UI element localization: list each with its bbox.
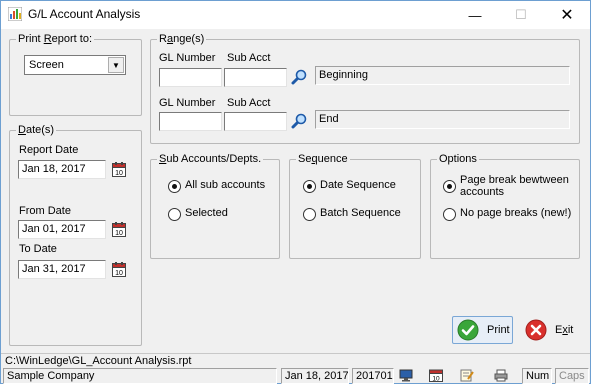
batch-sequence-radio[interactable] — [303, 208, 316, 221]
checkmark-icon — [457, 319, 479, 341]
exit-button[interactable]: Exit — [521, 316, 585, 344]
exit-button-label: Exit — [555, 324, 574, 336]
printer-icon[interactable] — [494, 369, 508, 382]
page-break-label[interactable]: Page break bewtween accounts — [460, 174, 569, 198]
svg-text:10: 10 — [432, 376, 440, 383]
print-report-title: Print Report to: — [16, 33, 94, 45]
notes-icon[interactable] — [460, 369, 474, 382]
sub-accounts-title: Sub Accounts/Depts. — [157, 153, 264, 165]
selected-sub-accounts-label[interactable]: Selected — [185, 207, 228, 219]
status-date: Jan 18, 2017 — [281, 368, 349, 384]
svg-text:10: 10 — [115, 230, 123, 237]
all-sub-accounts-radio[interactable] — [168, 180, 181, 193]
options-title: Options — [437, 153, 479, 165]
ranges-group: Range(s) GL Number Sub Acct Beginning GL… — [150, 33, 580, 144]
to-date-label: To Date — [19, 243, 57, 255]
options-group: Options Page break bewtween accounts No p… — [430, 153, 580, 259]
selected-sub-accounts-radio[interactable] — [168, 208, 181, 221]
report-date-field[interactable]: Jan 18, 2017 — [18, 160, 106, 179]
begin-sub-acct-label: Sub Acct — [227, 52, 271, 64]
ranges-title: Range(s) — [157, 33, 207, 45]
report-date-label: Report Date — [19, 144, 79, 156]
end-sub-acct-field[interactable] — [224, 112, 287, 131]
to-date-field[interactable]: Jan 31, 2017 — [18, 260, 106, 279]
end-sub-acct-label: Sub Acct — [227, 97, 271, 109]
calendar-icon[interactable]: 10 — [112, 162, 126, 177]
print-report-group: Print Report to: Screen ▼ — [9, 33, 142, 116]
date-sequence-radio[interactable] — [303, 180, 316, 193]
all-sub-accounts-label[interactable]: All sub accounts — [185, 179, 265, 191]
page-break-label-line1: Page break bewtween — [460, 174, 569, 186]
lookup-search-icon[interactable] — [290, 68, 308, 86]
report-path-bar: C:\WinLedge\GL_Account Analysis.rpt — [1, 353, 590, 368]
page-break-label-line2: accounts — [460, 186, 505, 198]
date-sequence-label[interactable]: Date Sequence — [320, 179, 396, 191]
close-button[interactable]: ✕ — [545, 1, 589, 29]
begin-sub-acct-field[interactable] — [224, 68, 287, 87]
status-num-lock: Num — [522, 368, 552, 384]
sequence-group: Sequence Date Sequence Batch Sequence — [289, 153, 421, 259]
status-bar: Sample Company Jan 18, 2017 201701 10 Nu… — [1, 368, 590, 384]
print-button-label: Print — [487, 324, 510, 336]
batch-sequence-label[interactable]: Batch Sequence — [320, 207, 401, 219]
print-destination-select[interactable]: Screen ▼ — [24, 55, 126, 75]
calendar-icon[interactable]: 10 — [112, 222, 126, 237]
begin-gl-number-field[interactable] — [159, 68, 222, 87]
begin-description-field: Beginning — [315, 66, 570, 85]
svg-text:10: 10 — [115, 270, 123, 277]
sequence-title: Sequence — [296, 153, 350, 165]
maximize-button[interactable]: ☐ — [499, 1, 543, 29]
report-path: C:\WinLedge\GL_Account Analysis.rpt — [5, 355, 192, 367]
no-page-breaks-label[interactable]: No page breaks (new!) — [460, 207, 571, 219]
print-button[interactable]: Print — [452, 316, 513, 344]
from-date-label: From Date — [19, 205, 71, 217]
end-gl-number-label: GL Number — [159, 97, 216, 109]
close-circle-icon — [525, 319, 547, 341]
gl-account-analysis-window: G/L Account Analysis — ☐ ✕ Print Report … — [0, 0, 591, 384]
begin-gl-number-label: GL Number — [159, 52, 216, 64]
app-icon — [8, 7, 22, 21]
dates-title: Date(s) — [16, 124, 57, 136]
status-period: 201701 — [352, 368, 394, 384]
no-page-breaks-radio[interactable] — [443, 208, 456, 221]
status-caps-lock: Caps — [555, 368, 589, 384]
end-gl-number-field[interactable] — [159, 112, 222, 131]
svg-text:10: 10 — [115, 170, 123, 177]
end-description-field: End — [315, 110, 570, 129]
status-company: Sample Company — [3, 368, 277, 384]
page-break-radio[interactable] — [443, 180, 456, 193]
dates-group: Date(s) Report Date Jan 18, 2017 10 From… — [9, 124, 142, 346]
calendar-icon[interactable]: 10 — [429, 369, 443, 382]
minimize-button[interactable]: — — [453, 1, 497, 29]
title-bar: G/L Account Analysis — ☐ ✕ — [1, 1, 590, 29]
from-date-field[interactable]: Jan 01, 2017 — [18, 220, 106, 239]
lookup-search-icon[interactable] — [290, 112, 308, 130]
chevron-down-icon[interactable]: ▼ — [108, 57, 124, 73]
window-title: G/L Account Analysis — [28, 7, 141, 21]
sub-accounts-group: Sub Accounts/Depts. All sub accounts Sel… — [150, 153, 280, 259]
calendar-icon[interactable]: 10 — [112, 262, 126, 277]
monitor-icon[interactable] — [399, 369, 413, 382]
print-destination-value: Screen — [29, 59, 64, 71]
